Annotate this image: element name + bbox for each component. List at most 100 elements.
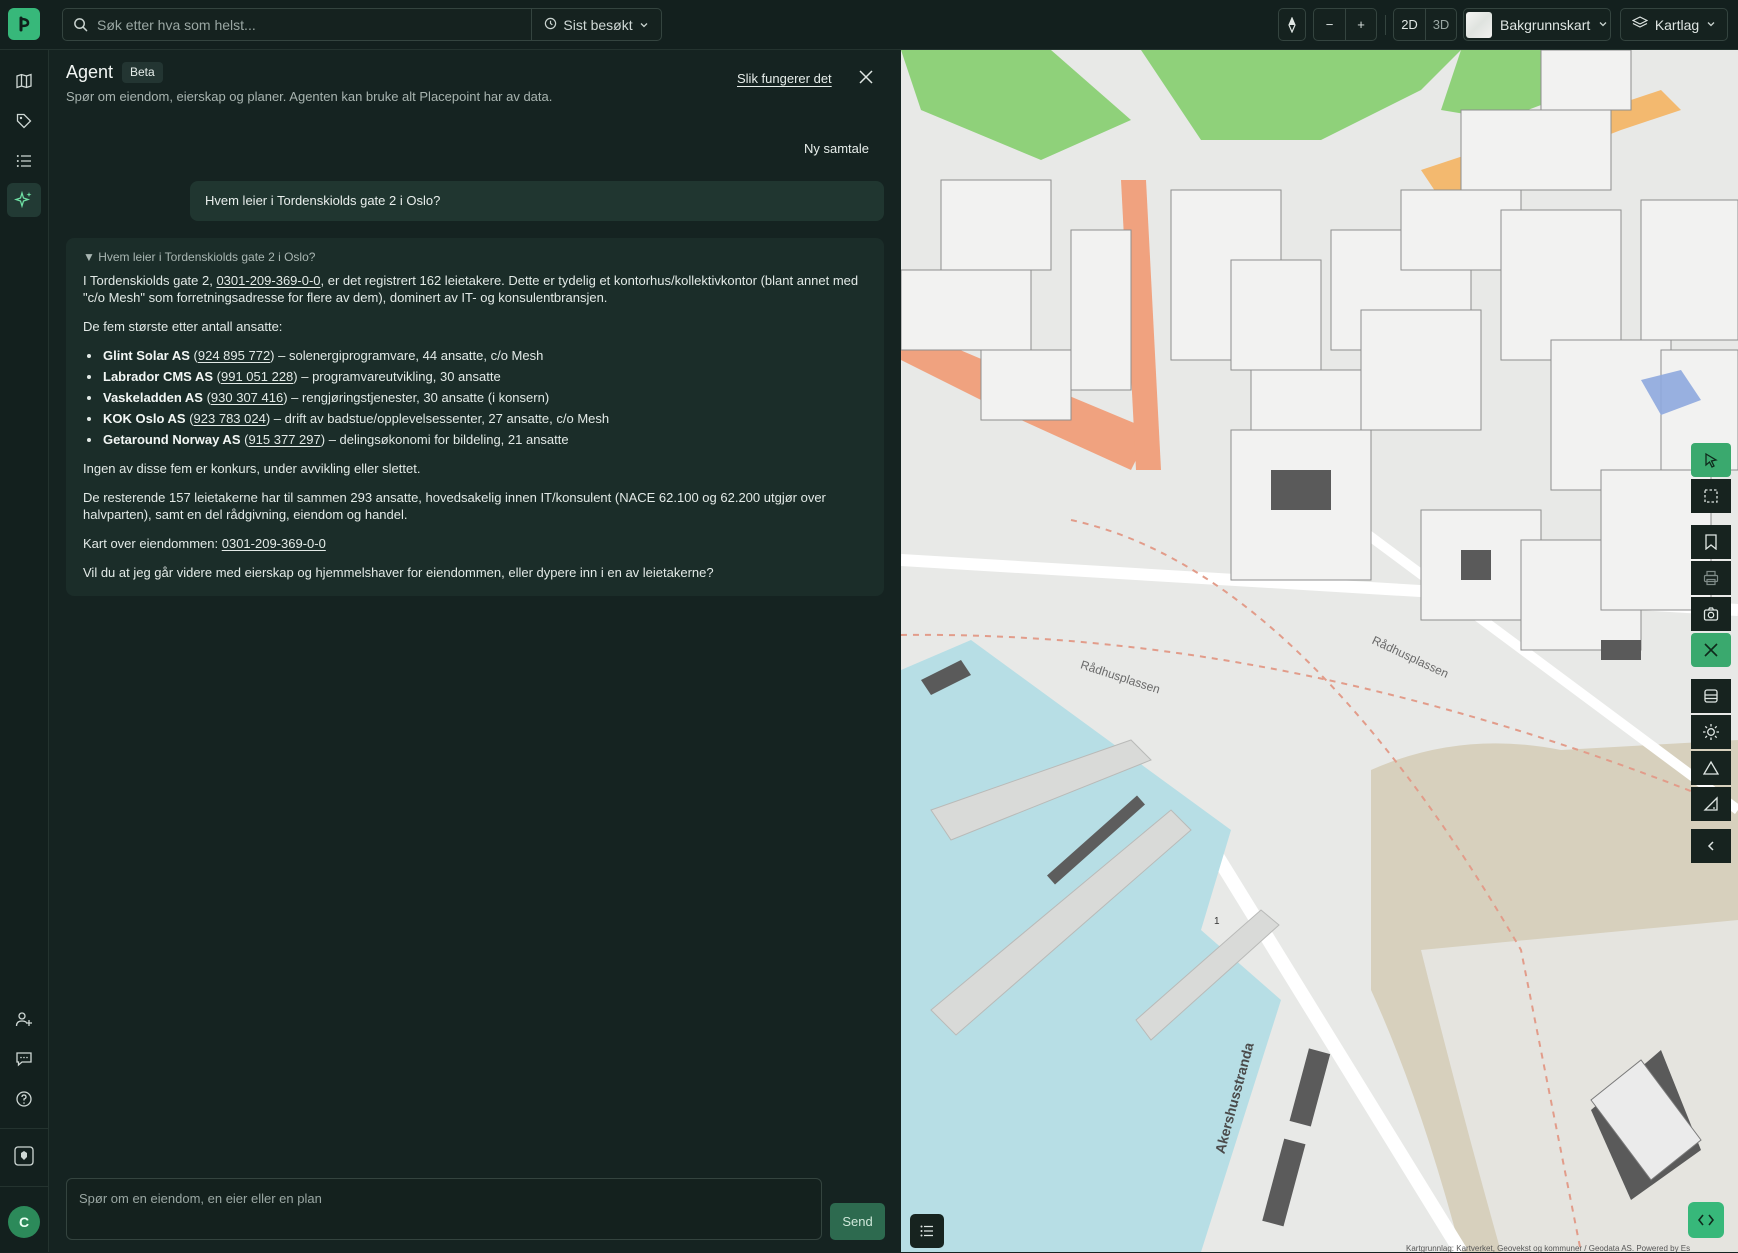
- panel-subtitle: Spør om eiendom, eierskap og planer. Age…: [66, 89, 553, 104]
- orgnr-link[interactable]: 915 377 297: [248, 432, 320, 447]
- close-icon: [859, 70, 873, 84]
- add-user-icon: [15, 1012, 32, 1027]
- rail-map-button[interactable]: [7, 64, 41, 98]
- tenant-list: Glint Solar AS (924 895 772) – solenergi…: [83, 347, 867, 448]
- measure-line-button[interactable]: [1691, 787, 1731, 821]
- tenant-name: Vaskeladden AS: [103, 390, 203, 405]
- chat-bubble-icon: [16, 1052, 32, 1067]
- compass-button[interactable]: [1278, 8, 1306, 41]
- agent-panel: Agent Beta Spør om eiendom, eierskap og …: [49, 50, 901, 1252]
- rail-list-button[interactable]: [7, 144, 41, 178]
- sun-shadow-button[interactable]: [1691, 715, 1731, 749]
- rail-tags-button[interactable]: [7, 104, 41, 138]
- tenant-desc: – drift av badstue/opplevelsessenter, 27…: [270, 411, 610, 426]
- map-legend-button[interactable]: [910, 1214, 944, 1248]
- orgnr-link[interactable]: 924 895 772: [198, 348, 270, 363]
- orgnr-link[interactable]: 930 307 416: [211, 390, 283, 405]
- cursor-icon: [1705, 452, 1718, 468]
- rail-divider: [0, 1186, 49, 1187]
- rail-agent-button[interactable]: [7, 183, 41, 217]
- list-item: Labrador CMS AS (991 051 228) – programv…: [83, 368, 867, 385]
- avatar[interactable]: C: [8, 1206, 40, 1238]
- dashed-square-icon: [1704, 489, 1718, 503]
- basemap-thumbnail: [1466, 11, 1492, 38]
- map-link-prefix: Kart over eiendommen:: [83, 536, 222, 551]
- chevron-down-icon: [1598, 17, 1608, 32]
- logo-icon: [19, 16, 30, 32]
- answer-summary-toggle[interactable]: ▼ Hvem leier i Tordenskiolds gate 2 i Os…: [83, 249, 867, 266]
- area-select-button[interactable]: [1691, 479, 1731, 513]
- new-chat-button[interactable]: Ny samtale: [804, 141, 869, 156]
- beta-badge: Beta: [122, 62, 163, 83]
- tag-icon: [16, 113, 32, 129]
- mode-2d-button[interactable]: 2D: [1394, 9, 1425, 40]
- bookmark-icon: [1705, 534, 1717, 550]
- how-it-works-link[interactable]: Slik fungerer det: [737, 71, 832, 86]
- tenant-desc: – solenergiprogramvare, 44 ansatte, c/o …: [274, 348, 544, 363]
- collapse-toolbar-button[interactable]: [1691, 829, 1731, 863]
- tenant-desc: – delingsøkonomi for bildeling, 21 ansat…: [325, 432, 569, 447]
- chevron-down-icon: [639, 17, 649, 33]
- rail-help-button[interactable]: [7, 1082, 41, 1116]
- map-property-link[interactable]: 0301-209-369-0-0: [222, 536, 326, 551]
- send-button[interactable]: Send: [830, 1203, 885, 1240]
- embed-code-button[interactable]: [1688, 1202, 1724, 1238]
- tenant-name: KOK Oslo AS: [103, 411, 186, 426]
- user-message: Hvem leier i Tordenskiolds gate 2 i Oslo…: [190, 181, 884, 221]
- basemap-label: Bakgrunnskart: [1500, 16, 1591, 33]
- app-logo[interactable]: [8, 8, 40, 40]
- mode-3d-button[interactable]: 3D: [1425, 9, 1456, 40]
- measure-area-button[interactable]: [1691, 751, 1731, 785]
- select-tool-button[interactable]: [1691, 443, 1731, 477]
- close-panel-button[interactable]: [855, 66, 877, 88]
- message-composer: [66, 1178, 822, 1240]
- code-icon: [1698, 1214, 1714, 1226]
- map-view[interactable]: Rådhusplassen Rådhusplassen Akershusstra…: [901, 50, 1738, 1252]
- ruler-icon: [1703, 796, 1718, 811]
- layers-stack-button[interactable]: [1691, 679, 1731, 713]
- triangle-icon: [1703, 760, 1719, 775]
- search-input[interactable]: [97, 9, 531, 40]
- zoom-controls: − +: [1313, 8, 1377, 41]
- message-input[interactable]: [67, 1179, 821, 1239]
- tenant-name: Getaround Norway AS: [103, 432, 241, 447]
- map-link-line: Kart over eiendommen: 0301-209-369-0-0: [83, 535, 867, 552]
- list-icon: [16, 155, 31, 167]
- rail-divider: [0, 1128, 49, 1129]
- rail-add-user-button[interactable]: [7, 1002, 41, 1036]
- map-pier-number: 1: [1214, 916, 1220, 927]
- orgnr-link[interactable]: 991 051 228: [221, 369, 293, 384]
- compass-icon: [1288, 16, 1296, 33]
- zoom-in-button[interactable]: +: [1345, 9, 1376, 40]
- orgnr-link[interactable]: 923 783 024: [194, 411, 266, 426]
- rail-feedback-button[interactable]: [7, 1042, 41, 1076]
- agent-answer: ▼ Hvem leier i Tordenskiolds gate 2 i Os…: [66, 238, 884, 596]
- chevron-down-icon: [1706, 17, 1716, 32]
- list-item: Getaround Norway AS (915 377 297) – deli…: [83, 431, 867, 448]
- map-canvas: [901, 50, 1738, 1252]
- followup-question: Vil du at jeg går videre med eierskap og…: [83, 565, 714, 580]
- recent-label: Sist besøkt: [563, 16, 633, 33]
- basemap-dropdown[interactable]: Bakgrunnskart: [1463, 8, 1611, 41]
- screenshot-button[interactable]: [1691, 597, 1731, 631]
- bookmark-button[interactable]: [1691, 525, 1731, 559]
- recent-dropdown[interactable]: Sist besøkt: [531, 9, 661, 40]
- rail-org-button[interactable]: [7, 1139, 41, 1173]
- help-icon: [16, 1091, 32, 1107]
- print-button[interactable]: [1691, 561, 1731, 595]
- layers-dropdown[interactable]: Kartlag: [1620, 8, 1728, 41]
- printer-icon: [1703, 570, 1719, 586]
- tenant-name: Glint Solar AS: [103, 348, 190, 363]
- intro-text: I Tordenskiolds gate 2,: [83, 273, 217, 288]
- remaining-tenants-note: De resterende 157 leietakerne har til sa…: [83, 490, 826, 522]
- panel-title: Agent: [66, 62, 114, 82]
- layers-label: Kartlag: [1654, 16, 1700, 33]
- list-item: Glint Solar AS (924 895 772) – solenergi…: [83, 347, 867, 364]
- property-link[interactable]: 0301-209-369-0-0: [216, 273, 320, 288]
- clear-selection-button[interactable]: [1691, 633, 1731, 667]
- clock-icon: [544, 17, 557, 33]
- zoom-out-button[interactable]: −: [1314, 9, 1345, 40]
- left-rail: C: [0, 50, 49, 1252]
- toolbar-divider: [1385, 15, 1386, 35]
- sun-icon: [1703, 724, 1719, 740]
